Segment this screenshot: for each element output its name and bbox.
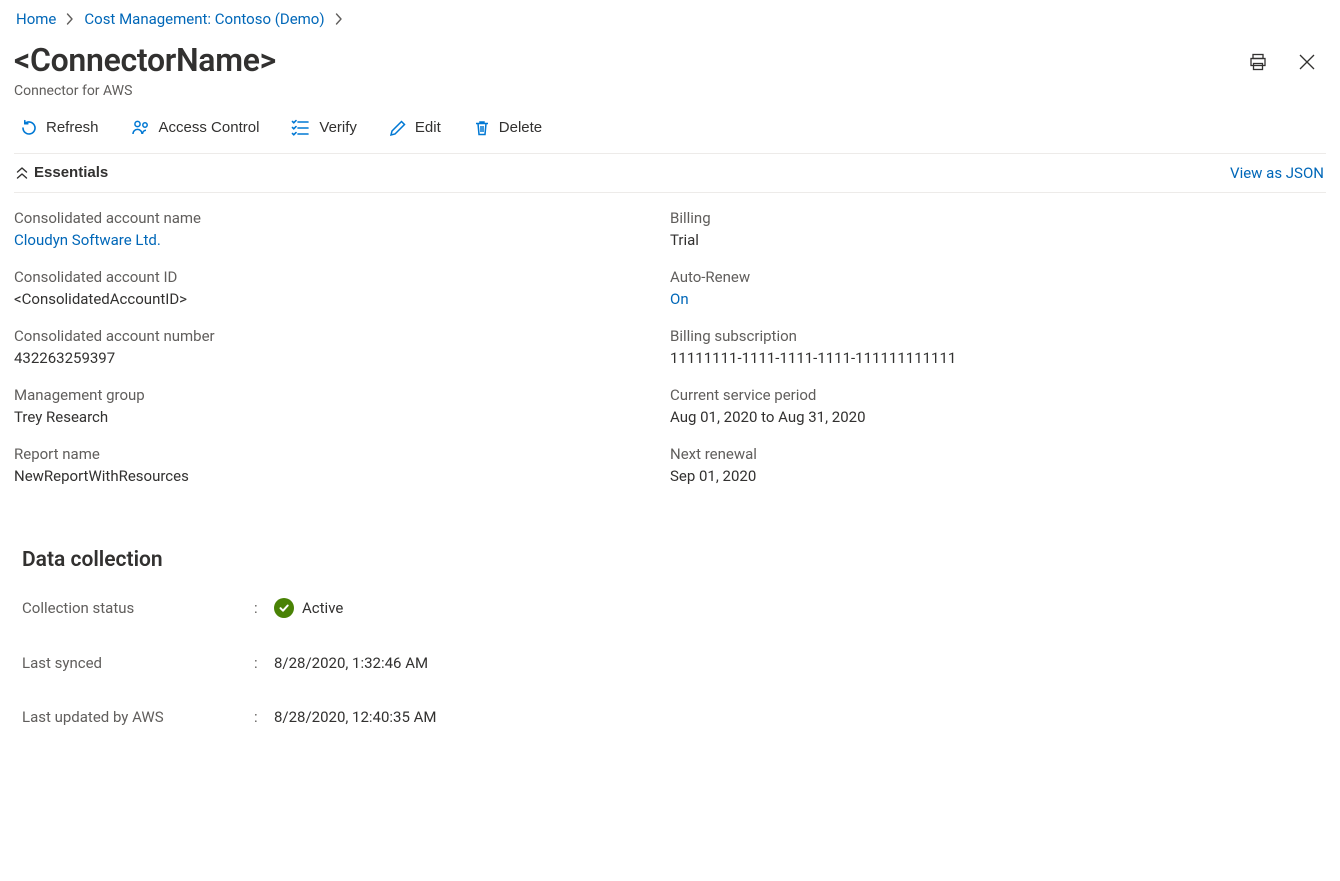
page-title: <ConnectorName> (14, 42, 276, 79)
refresh-icon (20, 119, 38, 137)
verify-button[interactable]: Verify (287, 117, 361, 139)
breadcrumb: Home Cost Management: Contoso (Demo) (14, 8, 1326, 36)
essentials-label-consolidated-account-number: Consolidated account number (14, 325, 670, 348)
access-control-button[interactable]: Access Control (127, 117, 264, 139)
essentials-item: Auto-Renew On (670, 266, 1326, 311)
essentials-item: Billing subscription 11111111-1111-1111-… (670, 325, 1326, 370)
essentials-label-consolidated-account-id: Consolidated account ID (14, 266, 670, 289)
essentials-label-report-name: Report name (14, 443, 670, 466)
essentials-panel: Consolidated account name Cloudyn Softwa… (14, 193, 1326, 502)
collection-status-row: Collection status : Active (22, 598, 1326, 618)
consolidated-account-name-link[interactable]: Cloudyn Software Ltd. (14, 231, 161, 249)
chevron-up-double-icon (16, 166, 28, 180)
essentials-label-billing: Billing (670, 207, 1326, 230)
last-updated-value: 8/28/2020, 12:40:35 AM (274, 708, 437, 726)
close-button[interactable] (1294, 49, 1320, 75)
edit-label: Edit (415, 119, 441, 136)
edit-button[interactable]: Edit (385, 117, 445, 139)
essentials-label-current-service-period: Current service period (670, 384, 1326, 407)
refresh-label: Refresh (46, 119, 99, 136)
collection-status-label: Collection status (22, 599, 254, 617)
print-button[interactable] (1244, 48, 1272, 76)
delete-button[interactable]: Delete (469, 117, 546, 139)
edit-icon (389, 119, 407, 137)
essentials-label-management-group: Management group (14, 384, 670, 407)
essentials-label: Essentials (34, 164, 108, 181)
consolidated-account-id-value: <ConsolidatedAccountID> (14, 288, 670, 311)
chevron-right-icon (66, 13, 74, 25)
essentials-item: Management group Trey Research (14, 384, 670, 429)
status-active-icon (274, 598, 294, 618)
essentials-item: Billing Trial (670, 207, 1326, 252)
breadcrumb-home[interactable]: Home (16, 10, 56, 28)
billing-subscription-value: 11111111-1111-1111-1111-111111111111 (670, 347, 1326, 370)
next-renewal-value: Sep 01, 2020 (670, 465, 1326, 488)
collection-status-value: Active (302, 599, 343, 617)
essentials-item: Consolidated account number 432263259397 (14, 325, 670, 370)
auto-renew-link[interactable]: On (670, 290, 689, 308)
essentials-item: Next renewal Sep 01, 2020 (670, 443, 1326, 488)
billing-value: Trial (670, 229, 1326, 252)
essentials-label-auto-renew: Auto-Renew (670, 266, 1326, 289)
last-synced-row: Last synced : 8/28/2020, 1:32:46 AM (22, 654, 1326, 672)
essentials-right-column: Billing Trial Auto-Renew On Billing subs… (670, 207, 1326, 502)
delete-icon (473, 119, 491, 137)
essentials-item: Consolidated account ID <ConsolidatedAcc… (14, 266, 670, 311)
essentials-item: Consolidated account name Cloudyn Softwa… (14, 207, 670, 252)
management-group-value: Trey Research (14, 406, 670, 429)
essentials-label-billing-subscription: Billing subscription (670, 325, 1326, 348)
checklist-icon (291, 119, 311, 137)
last-updated-label: Last updated by AWS (22, 708, 254, 726)
print-icon (1248, 52, 1268, 72)
last-synced-label: Last synced (22, 654, 254, 672)
delete-label: Delete (499, 119, 542, 136)
essentials-item: Report name NewReportWithResources (14, 443, 670, 488)
essentials-left-column: Consolidated account name Cloudyn Softwa… (14, 207, 670, 502)
view-as-json-link[interactable]: View as JSON (1230, 164, 1324, 182)
current-service-period-value: Aug 01, 2020 to Aug 31, 2020 (670, 406, 1326, 429)
report-name-value: NewReportWithResources (14, 465, 670, 488)
consolidated-account-number-value: 432263259397 (14, 347, 670, 370)
close-icon (1298, 53, 1316, 71)
breadcrumb-cost-management[interactable]: Cost Management: Contoso (Demo) (84, 10, 324, 28)
people-icon (131, 119, 151, 137)
chevron-right-icon (335, 13, 343, 25)
verify-label: Verify (319, 119, 357, 136)
data-collection-title: Data collection (22, 548, 1326, 572)
last-updated-row: Last updated by AWS : 8/28/2020, 12:40:3… (22, 708, 1326, 726)
essentials-toggle[interactable]: Essentials (16, 164, 108, 181)
refresh-button[interactable]: Refresh (16, 117, 103, 139)
essentials-label-consolidated-account-name: Consolidated account name (14, 207, 670, 230)
access-control-label: Access Control (159, 119, 260, 136)
data-collection-section: Data collection Collection status : Acti… (14, 548, 1326, 726)
essentials-item: Current service period Aug 01, 2020 to A… (670, 384, 1326, 429)
last-synced-value: 8/28/2020, 1:32:46 AM (274, 654, 428, 672)
essentials-label-next-renewal: Next renewal (670, 443, 1326, 466)
toolbar: Refresh Access Control Verify Edit (14, 99, 1326, 154)
page-subtitle: Connector for AWS (14, 83, 276, 99)
